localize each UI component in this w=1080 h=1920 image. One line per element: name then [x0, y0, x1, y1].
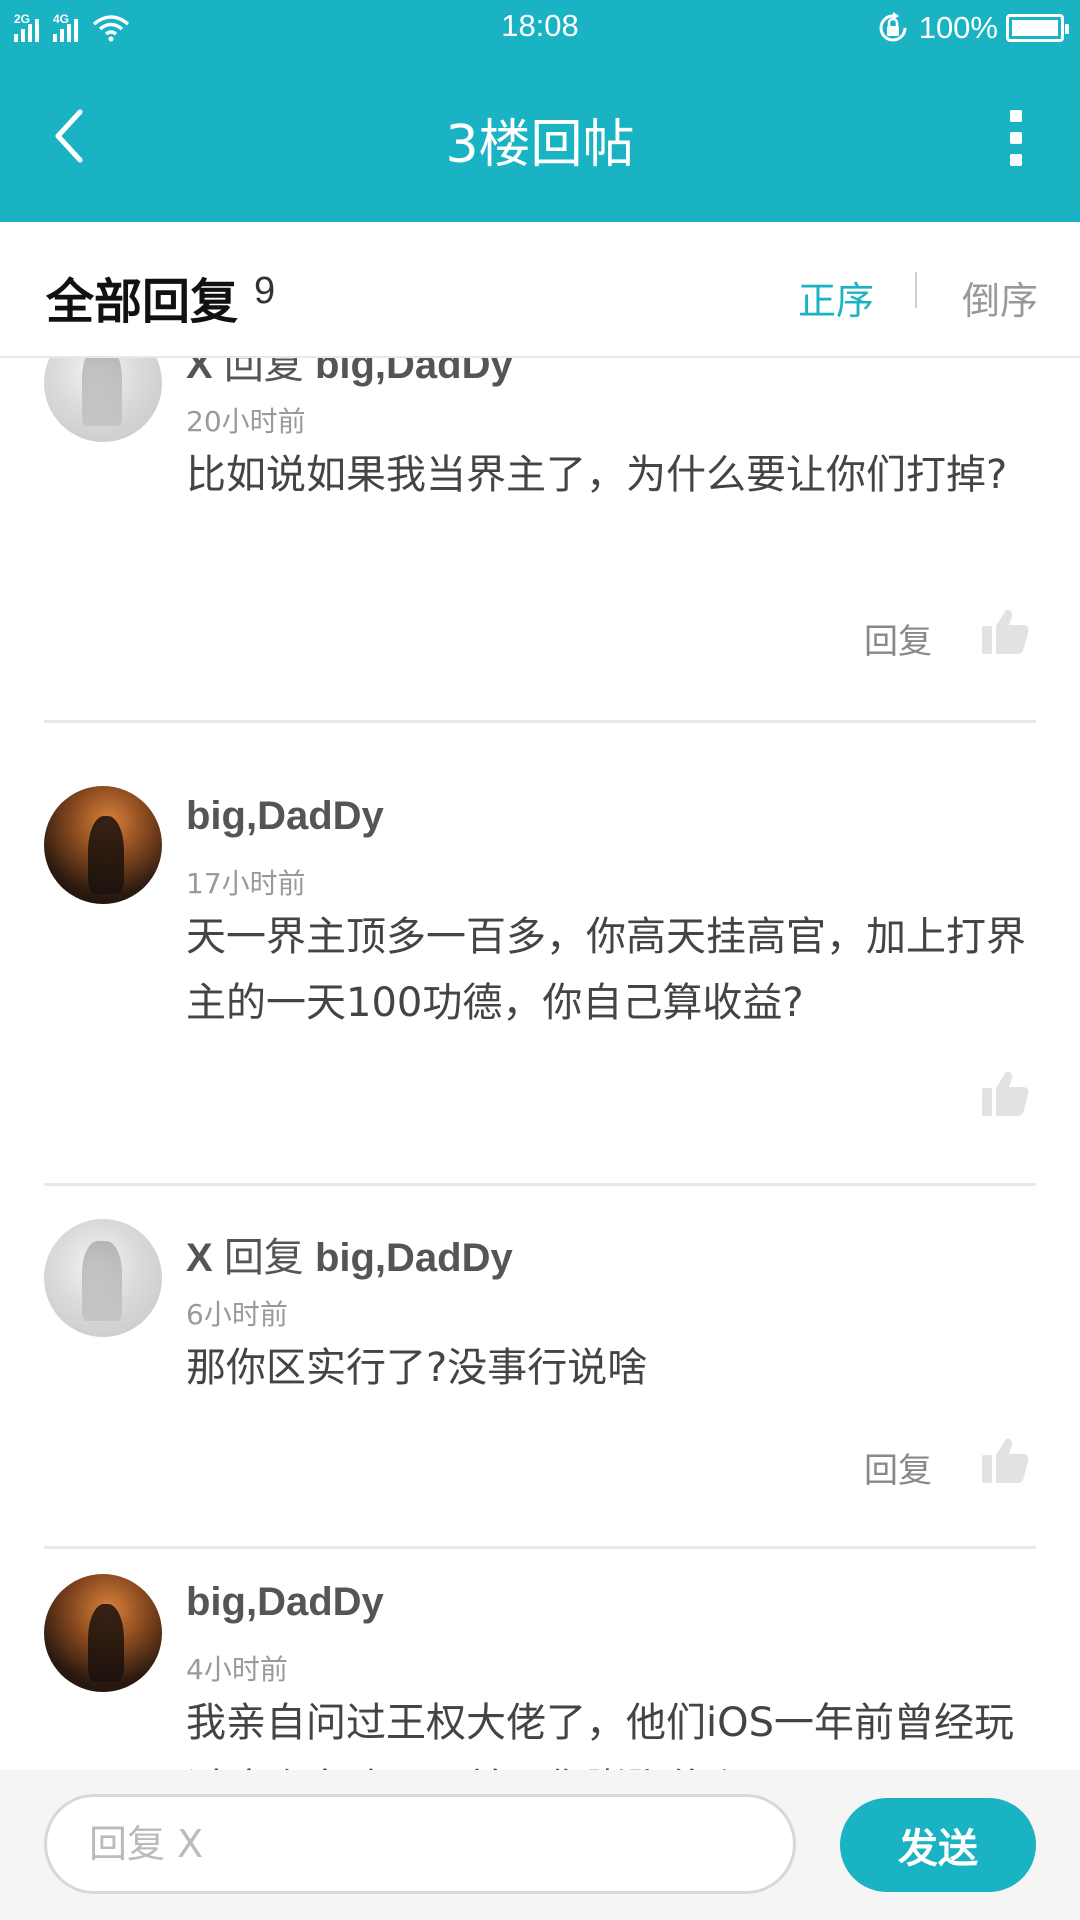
reply-button[interactable]: 回复 — [864, 614, 932, 663]
battery-icon — [1006, 14, 1069, 42]
thumbs-up-icon[interactable] — [980, 1068, 1030, 1118]
status-bar: 2G 4G 18:08 100% — [0, 0, 1080, 56]
sort-ascending-tab[interactable]: 正序 — [798, 270, 874, 325]
reply-content: 比如说如果我当界主了，为什么要让你们打掉? — [186, 452, 1008, 498]
battery-percent: 100% — [918, 10, 998, 45]
reply-list[interactable]: X 回复 big,DadDy 20小时前 比如说如果我当界主了，为什么要让你们打… — [0, 358, 1080, 1770]
replies-header: 全部回复 9 正序 倒序 — [0, 222, 1080, 358]
reply-time: 20小时前 — [186, 405, 306, 438]
reply-author[interactable]: big,DadDy — [186, 1580, 384, 1625]
app-bar: 3楼回帖 — [0, 56, 1080, 222]
thumbs-up-icon[interactable] — [980, 606, 1030, 656]
reply-item: big,DadDy 17小时前 天一界主顶多一百多，你高天挂高官，加上打界主的一… — [0, 754, 1080, 1186]
reply-bar: 发送 — [0, 1770, 1080, 1920]
reply-author[interactable]: X 回复 big,DadDy — [186, 358, 513, 390]
reply-item: X 回复 big,DadDy 20小时前 比如说如果我当界主了，为什么要让你们打… — [0, 358, 1080, 740]
avatar[interactable] — [44, 358, 162, 442]
more-vertical-icon — [1010, 110, 1022, 122]
reply-time: 6小时前 — [186, 1298, 288, 1331]
battery-level — [1012, 20, 1058, 36]
page-title: 3楼回帖 — [445, 115, 635, 175]
reply-divider — [44, 720, 1036, 723]
reply-content: 那你区实行了?没事行说啥 — [186, 1345, 648, 1391]
avatar[interactable] — [44, 1574, 162, 1692]
status-right: 100% — [875, 10, 1069, 46]
reply-input[interactable] — [44, 1794, 796, 1894]
avatar[interactable] — [44, 1219, 162, 1337]
send-button[interactable]: 发送 — [840, 1798, 1036, 1892]
reply-author[interactable]: X 回复 big,DadDy — [186, 1225, 513, 1283]
thumbs-up-icon[interactable] — [980, 1435, 1030, 1485]
reply-content: 天一界主顶多一百多，你高天挂高官，加上打界主的一天100功德，你自己算收益? — [186, 914, 1026, 1026]
reply-item: X 回复 big,DadDy 6小时前 那你区实行了?没事行说啥 回复 — [0, 1183, 1080, 1549]
reply-item: big,DadDy 4小时前 我亲自问过王权大佬了，他们iOS一年前曾经玩过这个… — [0, 1546, 1080, 1770]
reply-content: 我亲自问过王权大佬了，他们iOS一年前曾经玩过这个套路，兄弟，你膨胀什么 — [186, 1700, 1014, 1770]
sort-divider — [915, 272, 917, 308]
all-replies-title: 全部回复 — [46, 274, 239, 330]
sort-descending-tab[interactable]: 倒序 — [962, 270, 1038, 325]
reply-time: 17小时前 — [186, 867, 306, 900]
avatar[interactable] — [44, 786, 162, 904]
reply-count: 9 — [254, 270, 276, 312]
reply-time: 4小时前 — [186, 1653, 288, 1686]
more-options-button[interactable] — [1004, 110, 1028, 166]
reply-button[interactable]: 回复 — [864, 1443, 932, 1492]
reply-author[interactable]: big,DadDy — [186, 794, 384, 839]
lock-rotation-icon — [879, 12, 907, 42]
